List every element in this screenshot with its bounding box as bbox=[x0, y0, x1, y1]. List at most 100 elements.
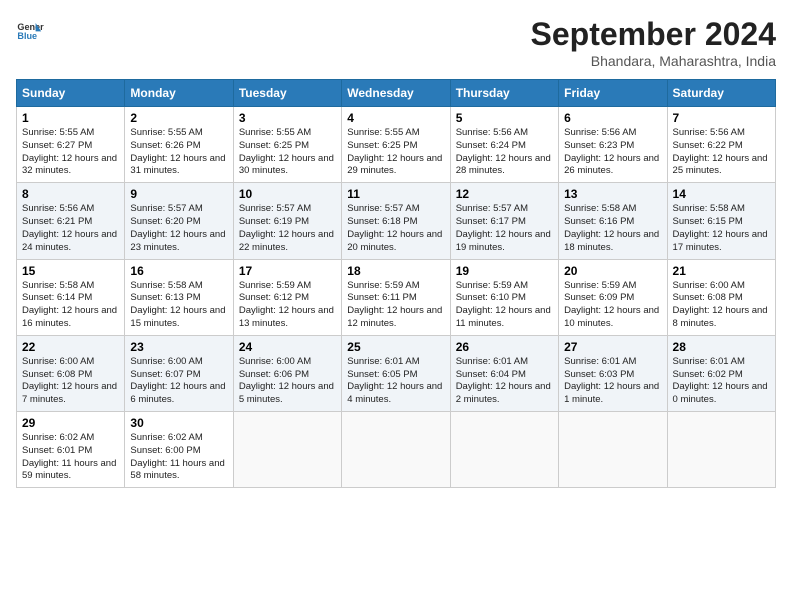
day-number: 11 bbox=[347, 187, 444, 201]
day-number: 1 bbox=[22, 111, 119, 125]
day-cell bbox=[450, 412, 558, 488]
day-info: Sunrise: 5:59 AM Sunset: 6:09 PM Dayligh… bbox=[564, 280, 661, 331]
day-info: Sunrise: 5:56 AM Sunset: 6:21 PM Dayligh… bbox=[22, 203, 119, 254]
calendar-table: Sunday Monday Tuesday Wednesday Thursday… bbox=[16, 79, 776, 488]
day-cell bbox=[559, 412, 667, 488]
day-info: Sunrise: 5:59 AM Sunset: 6:10 PM Dayligh… bbox=[456, 280, 553, 331]
day-cell: 20 Sunrise: 5:59 AM Sunset: 6:09 PM Dayli… bbox=[559, 259, 667, 335]
day-cell: 9 Sunrise: 5:57 AM Sunset: 6:20 PM Daylig… bbox=[125, 183, 233, 259]
location-title: Bhandara, Maharashtra, India bbox=[531, 53, 776, 69]
day-number: 24 bbox=[239, 340, 336, 354]
day-info: Sunrise: 5:56 AM Sunset: 6:23 PM Dayligh… bbox=[564, 127, 661, 178]
logo: General Blue bbox=[16, 16, 44, 44]
day-cell: 24 Sunrise: 6:00 AM Sunset: 6:06 PM Dayli… bbox=[233, 335, 341, 411]
day-info: Sunrise: 5:55 AM Sunset: 6:25 PM Dayligh… bbox=[239, 127, 336, 178]
day-cell: 26 Sunrise: 6:01 AM Sunset: 6:04 PM Dayli… bbox=[450, 335, 558, 411]
day-info: Sunrise: 5:57 AM Sunset: 6:20 PM Dayligh… bbox=[130, 203, 227, 254]
col-wednesday: Wednesday bbox=[342, 80, 450, 107]
day-number: 2 bbox=[130, 111, 227, 125]
week-row-3: 15 Sunrise: 5:58 AM Sunset: 6:14 PM Dayli… bbox=[17, 259, 776, 335]
day-number: 6 bbox=[564, 111, 661, 125]
svg-text:Blue: Blue bbox=[17, 31, 37, 41]
day-number: 13 bbox=[564, 187, 661, 201]
day-info: Sunrise: 5:56 AM Sunset: 6:24 PM Dayligh… bbox=[456, 127, 553, 178]
day-info: Sunrise: 6:00 AM Sunset: 6:06 PM Dayligh… bbox=[239, 356, 336, 407]
day-cell bbox=[667, 412, 775, 488]
day-cell: 30 Sunrise: 6:02 AM Sunset: 6:00 PM Dayli… bbox=[125, 412, 233, 488]
day-cell: 12 Sunrise: 5:57 AM Sunset: 6:17 PM Dayli… bbox=[450, 183, 558, 259]
col-saturday: Saturday bbox=[667, 80, 775, 107]
day-number: 10 bbox=[239, 187, 336, 201]
day-cell: 17 Sunrise: 5:59 AM Sunset: 6:12 PM Dayli… bbox=[233, 259, 341, 335]
day-info: Sunrise: 5:56 AM Sunset: 6:22 PM Dayligh… bbox=[673, 127, 770, 178]
day-cell: 10 Sunrise: 5:57 AM Sunset: 6:19 PM Dayli… bbox=[233, 183, 341, 259]
day-info: Sunrise: 5:58 AM Sunset: 6:14 PM Dayligh… bbox=[22, 280, 119, 331]
day-cell: 2 Sunrise: 5:55 AM Sunset: 6:26 PM Daylig… bbox=[125, 107, 233, 183]
day-number: 17 bbox=[239, 264, 336, 278]
day-info: Sunrise: 5:55 AM Sunset: 6:27 PM Dayligh… bbox=[22, 127, 119, 178]
day-cell: 3 Sunrise: 5:55 AM Sunset: 6:25 PM Daylig… bbox=[233, 107, 341, 183]
day-cell: 22Sunrise: 6:00 AM Sunset: 6:08 PM Dayli… bbox=[17, 335, 125, 411]
day-cell: 13 Sunrise: 5:58 AM Sunset: 6:16 PM Dayli… bbox=[559, 183, 667, 259]
day-info: Sunrise: 6:01 AM Sunset: 6:02 PM Dayligh… bbox=[673, 356, 770, 407]
day-cell: 4 Sunrise: 5:55 AM Sunset: 6:25 PM Daylig… bbox=[342, 107, 450, 183]
col-sunday: Sunday bbox=[17, 80, 125, 107]
day-cell: 11 Sunrise: 5:57 AM Sunset: 6:18 PM Dayli… bbox=[342, 183, 450, 259]
day-number: 30 bbox=[130, 416, 227, 430]
day-number: 27 bbox=[564, 340, 661, 354]
day-info: Sunrise: 5:58 AM Sunset: 6:13 PM Dayligh… bbox=[130, 280, 227, 331]
day-info: Sunrise: 6:02 AM Sunset: 6:00 PM Dayligh… bbox=[130, 432, 227, 483]
day-number: 20 bbox=[564, 264, 661, 278]
day-info: Sunrise: 6:01 AM Sunset: 6:04 PM Dayligh… bbox=[456, 356, 553, 407]
day-cell: 5 Sunrise: 5:56 AM Sunset: 6:24 PM Daylig… bbox=[450, 107, 558, 183]
title-block: September 2024 Bhandara, Maharashtra, In… bbox=[531, 16, 776, 69]
day-info: Sunrise: 5:57 AM Sunset: 6:19 PM Dayligh… bbox=[239, 203, 336, 254]
day-number: 21 bbox=[673, 264, 770, 278]
day-cell bbox=[233, 412, 341, 488]
col-friday: Friday bbox=[559, 80, 667, 107]
week-row-1: 1 Sunrise: 5:55 AM Sunset: 6:27 PM Daylig… bbox=[17, 107, 776, 183]
day-number: 29 bbox=[22, 416, 119, 430]
day-cell bbox=[342, 412, 450, 488]
day-number: 26 bbox=[456, 340, 553, 354]
day-number: 23 bbox=[130, 340, 227, 354]
day-cell: 8 Sunrise: 5:56 AM Sunset: 6:21 PM Daylig… bbox=[17, 183, 125, 259]
day-info: Sunrise: 6:01 AM Sunset: 6:05 PM Dayligh… bbox=[347, 356, 444, 407]
day-cell: 14 Sunrise: 5:58 AM Sunset: 6:15 PM Dayli… bbox=[667, 183, 775, 259]
day-number: 16 bbox=[130, 264, 227, 278]
day-cell: 15 Sunrise: 5:58 AM Sunset: 6:14 PM Dayli… bbox=[17, 259, 125, 335]
day-number: 12 bbox=[456, 187, 553, 201]
day-number: 3 bbox=[239, 111, 336, 125]
day-info: Sunrise: 5:55 AM Sunset: 6:25 PM Dayligh… bbox=[347, 127, 444, 178]
day-number: 8 bbox=[22, 187, 119, 201]
day-number: 19 bbox=[456, 264, 553, 278]
day-info: Sunrise: 6:00 AM Sunset: 6:08 PM Dayligh… bbox=[22, 356, 119, 407]
day-info: Sunrise: 5:58 AM Sunset: 6:16 PM Dayligh… bbox=[564, 203, 661, 254]
day-info: Sunrise: 5:57 AM Sunset: 6:18 PM Dayligh… bbox=[347, 203, 444, 254]
day-info: Sunrise: 5:55 AM Sunset: 6:26 PM Dayligh… bbox=[130, 127, 227, 178]
col-monday: Monday bbox=[125, 80, 233, 107]
day-number: 7 bbox=[673, 111, 770, 125]
day-info: Sunrise: 5:57 AM Sunset: 6:17 PM Dayligh… bbox=[456, 203, 553, 254]
day-number: 9 bbox=[130, 187, 227, 201]
day-number: 15 bbox=[22, 264, 119, 278]
day-cell: 7 Sunrise: 5:56 AM Sunset: 6:22 PM Daylig… bbox=[667, 107, 775, 183]
day-number: 14 bbox=[673, 187, 770, 201]
day-info: Sunrise: 6:00 AM Sunset: 6:07 PM Dayligh… bbox=[130, 356, 227, 407]
page-header: General Blue September 2024 Bhandara, Ma… bbox=[16, 16, 776, 69]
logo-icon: General Blue bbox=[16, 16, 44, 44]
day-info: Sunrise: 5:58 AM Sunset: 6:15 PM Dayligh… bbox=[673, 203, 770, 254]
day-cell: 29Sunrise: 6:02 AM Sunset: 6:01 PM Dayli… bbox=[17, 412, 125, 488]
day-info: Sunrise: 5:59 AM Sunset: 6:12 PM Dayligh… bbox=[239, 280, 336, 331]
day-number: 28 bbox=[673, 340, 770, 354]
day-cell: 16 Sunrise: 5:58 AM Sunset: 6:13 PM Dayli… bbox=[125, 259, 233, 335]
col-thursday: Thursday bbox=[450, 80, 558, 107]
day-number: 4 bbox=[347, 111, 444, 125]
day-info: Sunrise: 5:59 AM Sunset: 6:11 PM Dayligh… bbox=[347, 280, 444, 331]
week-row-4: 22Sunrise: 6:00 AM Sunset: 6:08 PM Dayli… bbox=[17, 335, 776, 411]
month-title: September 2024 bbox=[531, 16, 776, 53]
day-cell: 6 Sunrise: 5:56 AM Sunset: 6:23 PM Daylig… bbox=[559, 107, 667, 183]
day-number: 5 bbox=[456, 111, 553, 125]
week-row-5: 29Sunrise: 6:02 AM Sunset: 6:01 PM Dayli… bbox=[17, 412, 776, 488]
col-tuesday: Tuesday bbox=[233, 80, 341, 107]
